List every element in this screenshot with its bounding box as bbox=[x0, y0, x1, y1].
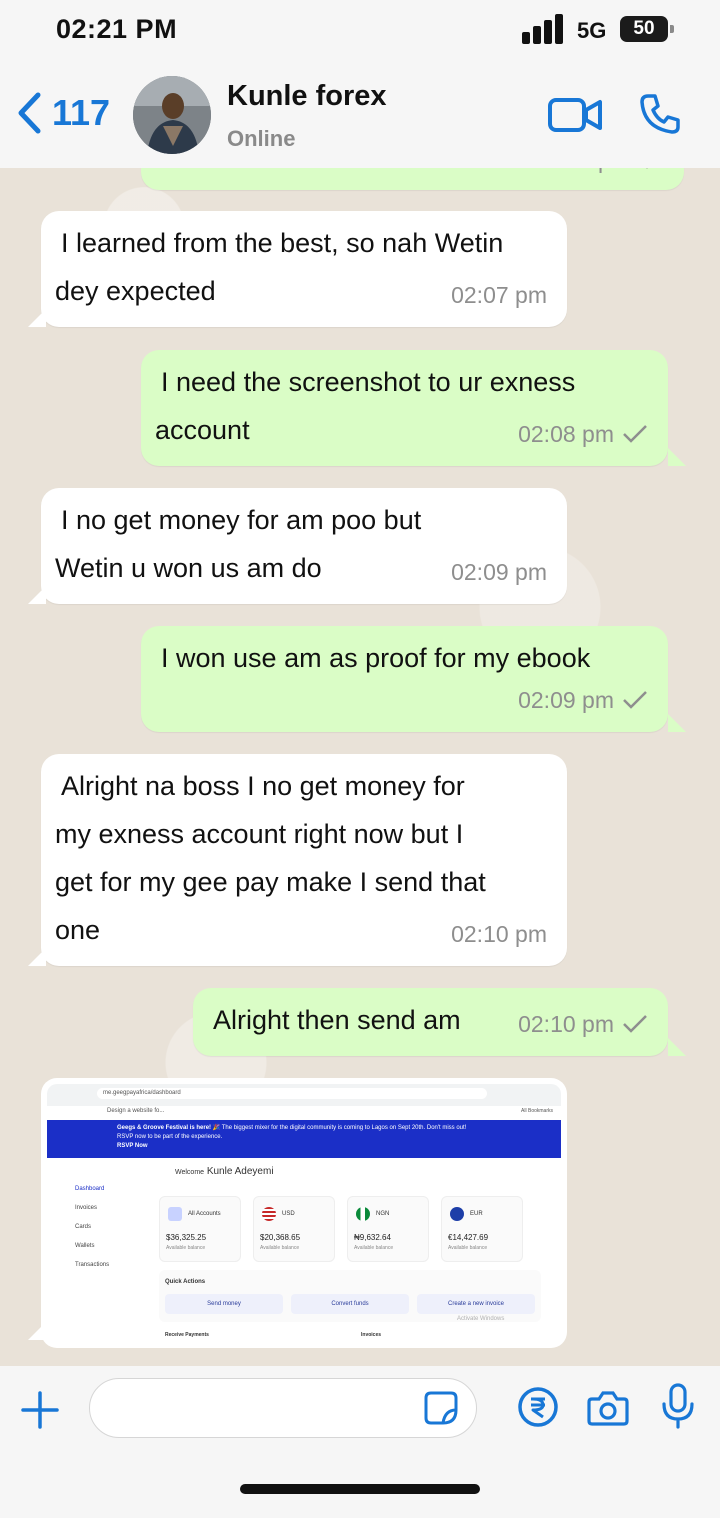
invoices-heading: Invoices bbox=[361, 1332, 382, 1338]
video-call-icon[interactable] bbox=[548, 96, 602, 134]
contact-status: Online bbox=[227, 126, 296, 151]
camera-icon[interactable] bbox=[587, 1388, 629, 1428]
message-text-line: Alright na boss I no get money for bbox=[61, 771, 465, 801]
sidebar-item: Invoices bbox=[75, 1205, 98, 1211]
contact-name[interactable]: Kunle forex bbox=[227, 80, 387, 113]
card-amount: ₦9,632.64 bbox=[354, 1233, 391, 1242]
message-meta: 02:09 pm bbox=[451, 548, 547, 596]
card-amount: $20,368.65 bbox=[260, 1233, 301, 1242]
card-amount: $36,325.25 bbox=[166, 1233, 207, 1242]
card-amount: €14,427.69 bbox=[448, 1233, 489, 1242]
sidebar-item: Wallets bbox=[75, 1243, 95, 1249]
message-meta: 02:10 pm bbox=[518, 1000, 648, 1048]
message-bubble-incoming[interactable]: Alright na boss I no get money for my ex… bbox=[41, 754, 567, 966]
checkmark-icon bbox=[623, 691, 647, 709]
message-time: 02:09 pm bbox=[451, 559, 547, 585]
sidebar-item: Transactions bbox=[75, 1262, 110, 1268]
browser-toolbar: me.geegpayafrica/dashboard bbox=[47, 1084, 561, 1106]
message-time: 02:10 pm bbox=[451, 921, 547, 947]
message-text-line: get for my gee pay make I send that bbox=[55, 867, 486, 897]
balance-card: USD $20,368.65 Available balance bbox=[253, 1196, 335, 1262]
sidebar-item: Dashboard bbox=[75, 1186, 105, 1192]
message-meta: 02:10 pm bbox=[451, 910, 547, 958]
card-label: NGN bbox=[376, 1211, 390, 1217]
image-message[interactable]: me.geegpayafrica/dashboard Design a webs… bbox=[41, 1078, 567, 1348]
balance-card: NGN ₦9,632.64 Available balance bbox=[347, 1196, 429, 1262]
message-input[interactable] bbox=[89, 1378, 477, 1438]
message-time: 02:10 pm bbox=[518, 1011, 614, 1037]
ng-flag-icon bbox=[356, 1207, 370, 1221]
avatar-photo bbox=[133, 76, 211, 154]
message-meta: 02:08 pm bbox=[518, 410, 648, 458]
dashboard-screenshot: me.geegpayafrica/dashboard Design a webs… bbox=[47, 1084, 561, 1342]
card-sub: Available balance bbox=[354, 1245, 394, 1251]
message-text-line: I won use am as proof for my ebook bbox=[161, 643, 591, 673]
card-label: All Accounts bbox=[188, 1211, 221, 1217]
avatar[interactable] bbox=[133, 76, 211, 154]
message-time: 02:08 pm bbox=[518, 421, 614, 447]
dashboard-sidebar: Dashboard Invoices Cards Wallets Transac… bbox=[61, 1180, 109, 1275]
status-time: 02:21 PM bbox=[56, 14, 178, 44]
chat-header: 117 Kunle forex Online bbox=[0, 60, 720, 168]
banner-title: Geegs & Groove Festival is here! 🎉 bbox=[117, 1125, 221, 1131]
message-meta: 02:09 pm bbox=[518, 676, 648, 724]
checkmark-icon bbox=[623, 425, 647, 443]
battery-tip bbox=[670, 25, 674, 33]
all-bookmarks: All Bookmarks bbox=[521, 1108, 553, 1114]
network-type: 5G bbox=[577, 18, 607, 43]
unread-count: 117 bbox=[52, 92, 111, 133]
browser-url: me.geegpayafrica/dashboard bbox=[97, 1088, 487, 1099]
message-meta: 02:07 pm bbox=[451, 271, 547, 319]
microphone-icon[interactable] bbox=[660, 1382, 696, 1430]
message-bubble-outgoing[interactable]: Alright then send am 02:10 pm bbox=[193, 988, 668, 1056]
card-label: EUR bbox=[470, 1211, 483, 1217]
quick-action-invoice: Create a new invoice bbox=[417, 1294, 535, 1314]
phone-icon[interactable] bbox=[638, 92, 682, 136]
message-time: 02:07 pm bbox=[451, 282, 547, 308]
banner-cta: RSVP Now bbox=[117, 1143, 148, 1149]
checkmark-icon bbox=[623, 1015, 647, 1033]
message-text-line: I learned from the best, so nah Wetin bbox=[61, 228, 504, 258]
us-flag-icon bbox=[262, 1207, 276, 1221]
message-bubble-outgoing[interactable]: I need the screenshot to ur exness accou… bbox=[141, 350, 668, 466]
message-composer bbox=[0, 1366, 720, 1518]
payment-icon[interactable] bbox=[517, 1386, 559, 1428]
balance-card: All Accounts $36,325.25 Available balanc… bbox=[159, 1196, 241, 1262]
message-text-line: my exness account right now but I bbox=[55, 819, 464, 849]
status-bar: 02:21 PM 5G 50 bbox=[0, 0, 720, 60]
signal-strength-icon bbox=[522, 14, 566, 44]
chevron-left-icon bbox=[18, 92, 41, 134]
quick-actions-title: Quick Actions bbox=[165, 1279, 206, 1285]
message-bubble-incoming[interactable]: I learned from the best, so nah Wetin de… bbox=[41, 211, 567, 327]
balance-card: EUR €14,427.69 Available balance bbox=[441, 1196, 523, 1262]
wallet-icon bbox=[168, 1207, 182, 1221]
card-sub: Available balance bbox=[166, 1245, 206, 1251]
welcome-name: Kunle Adeyemi bbox=[206, 1166, 274, 1177]
card-sub: Available balance bbox=[448, 1245, 488, 1251]
message-text-line: I need the screenshot to ur exness bbox=[161, 367, 576, 397]
message-bubble-outgoing[interactable]: I won use am as proof for my ebook 02:09… bbox=[141, 626, 668, 732]
welcome-heading: Welcome Kunle Adeyemi bbox=[175, 1166, 274, 1177]
message-text-line: I no get money for am poo but bbox=[61, 505, 422, 535]
back-button[interactable]: 117 bbox=[16, 88, 110, 138]
card-label: USD bbox=[282, 1211, 295, 1217]
bookmark-item: Design a website fo... bbox=[107, 1108, 165, 1114]
battery-icon: 50 bbox=[620, 16, 668, 42]
welcome-label: Welcome bbox=[175, 1169, 205, 1176]
sticker-icon[interactable] bbox=[423, 1390, 459, 1426]
windows-watermark: Activate Windows bbox=[457, 1316, 505, 1322]
quick-action-convert: Convert funds bbox=[291, 1294, 409, 1314]
receive-payments-heading: Receive Payments bbox=[165, 1332, 209, 1338]
quick-action-send: Send money bbox=[165, 1294, 283, 1314]
plus-icon[interactable] bbox=[20, 1390, 60, 1430]
home-indicator[interactable] bbox=[240, 1484, 480, 1494]
sidebar-item: Cards bbox=[75, 1224, 92, 1230]
card-sub: Available balance bbox=[260, 1245, 300, 1251]
promo-banner: Geegs & Groove Festival is here! 🎉 The b… bbox=[47, 1120, 561, 1158]
banner-sub: RSVP now to be part of the experience. bbox=[117, 1134, 223, 1140]
message-bubble-incoming[interactable]: I no get money for am poo but Wetin u wo… bbox=[41, 488, 567, 604]
banner-text: The biggest mixer for the digital commun… bbox=[221, 1125, 467, 1131]
message-time: 02:09 pm bbox=[518, 687, 614, 713]
eu-flag-icon bbox=[450, 1207, 464, 1221]
